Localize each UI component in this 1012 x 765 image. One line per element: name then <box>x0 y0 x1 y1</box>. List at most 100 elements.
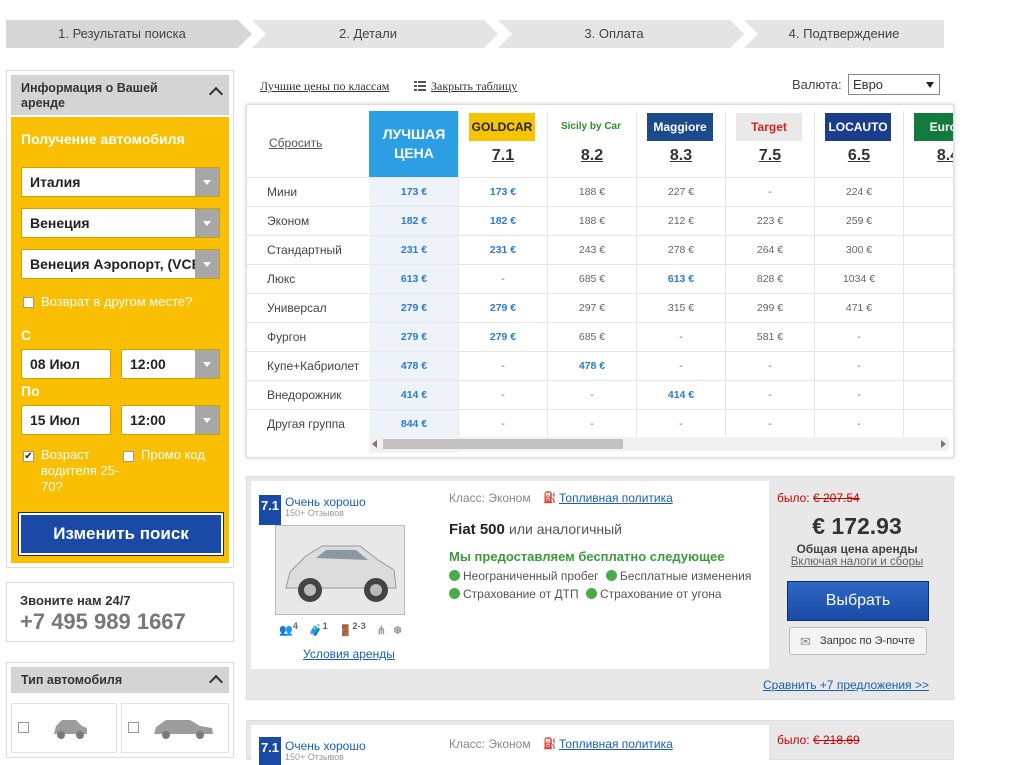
price-cell[interactable]: 299 € <box>726 294 814 323</box>
reset-link[interactable]: Сбросить <box>269 136 322 150</box>
price-cell[interactable]: 297 € <box>548 294 636 323</box>
price-cell[interactable]: 581 € <box>726 323 814 352</box>
price-cell: - <box>501 360 505 372</box>
price-cell[interactable]: 313 <box>904 207 953 236</box>
car-class-label: Люкс <box>267 272 296 286</box>
best-price-cell[interactable]: 182 € <box>369 207 459 236</box>
rental-info-header[interactable]: Информация о Вашей аренде <box>11 75 229 115</box>
email-request-button[interactable]: ✉ Запрос по Э-почте <box>789 627 927 655</box>
scrollbar-thumb[interactable] <box>383 439 623 449</box>
horizontal-scrollbar[interactable] <box>369 437 949 451</box>
city-select[interactable]: Венеция <box>21 208 220 238</box>
change-search-button[interactable]: Изменить поиск <box>19 513 223 555</box>
car-class-label: Другая группа <box>267 417 345 431</box>
price-cell[interactable]: 478 € <box>548 352 636 381</box>
price-cell[interactable]: 414 € <box>637 381 725 410</box>
best-price-cell[interactable]: 478 € <box>369 352 459 381</box>
best-prices-link[interactable]: Лучшие цены по классам <box>260 79 389 94</box>
price-cell[interactable]: 300 € <box>815 236 903 265</box>
scroll-left-icon[interactable] <box>372 440 377 448</box>
supplier-score[interactable]: 7.1 <box>459 147 547 165</box>
price-cell[interactable]: 279 € <box>459 294 547 323</box>
price-cell[interactable]: 259 € <box>815 207 903 236</box>
chevron-up-icon[interactable] <box>208 674 224 690</box>
best-price-cell[interactable]: 173 € <box>369 178 459 207</box>
step-results[interactable]: 1. Результаты поиска <box>6 20 252 48</box>
car-image-icon <box>285 545 397 602</box>
price-cell[interactable]: 188 € <box>548 178 636 207</box>
fuel-policy-link[interactable]: Топливная политика <box>559 491 673 505</box>
compare-offers-link[interactable]: Сравнить +7 предложения >> <box>763 678 929 692</box>
price-cell[interactable]: 307 <box>904 178 953 207</box>
supplier-logo[interactable]: LOCAUTO <box>825 113 891 141</box>
best-price-cell[interactable]: 279 € <box>369 294 459 323</box>
rating-label[interactable]: Очень хорошо <box>285 739 366 753</box>
price-cell[interactable]: 757 <box>904 294 953 323</box>
car-type-option-mini[interactable] <box>11 703 117 753</box>
currency-select[interactable]: Евро <box>848 74 940 95</box>
return-other-checkbox[interactable] <box>23 297 34 308</box>
chevron-up-icon[interactable] <box>208 86 224 102</box>
price-cell[interactable]: 182 € <box>459 207 547 236</box>
best-price-cell[interactable]: 414 € <box>369 381 459 410</box>
supplier-score[interactable]: 8.4 <box>904 147 953 165</box>
price-cell[interactable]: 173 € <box>459 178 547 207</box>
supplier-score[interactable]: 8.2 <box>548 147 636 165</box>
supplier-score[interactable]: 8.3 <box>637 147 725 165</box>
supplier-logo[interactable]: Europ <box>914 113 953 141</box>
driver-age-checkbox[interactable]: ✔ <box>23 451 34 462</box>
fuel-policy-link[interactable]: Топливная политика <box>559 737 673 751</box>
price-cell[interactable]: 1034 € <box>815 265 903 294</box>
price-cell[interactable]: 278 € <box>637 236 725 265</box>
best-price-cell[interactable]: 231 € <box>369 236 459 265</box>
car-type-checkbox[interactable] <box>128 722 139 733</box>
price-cell[interactable]: 279 € <box>459 323 547 352</box>
price-cell[interactable]: 224 € <box>815 178 903 207</box>
price-cell[interactable]: 264 € <box>726 236 814 265</box>
car-type-option-compact[interactable] <box>121 703 229 753</box>
rental-info-panel: Информация о Вашей аренде Получение авто… <box>6 70 234 568</box>
select-button[interactable]: Выбрать <box>787 581 929 621</box>
from-date-input[interactable]: 08 Июл <box>21 349 111 379</box>
supplier-logo[interactable]: Maggiore <box>647 113 713 141</box>
location-select[interactable]: Венеция Аэропорт, (VCE) <box>21 249 220 279</box>
rating-label[interactable]: Очень хорошо <box>285 495 366 509</box>
price-cell[interactable]: 223 € <box>726 207 814 236</box>
step-details: 2. Детали <box>252 20 498 48</box>
best-price-cell[interactable]: 613 € <box>369 265 459 294</box>
best-price-cell[interactable]: 844 € <box>369 410 459 439</box>
price-cell[interactable]: 613 € <box>637 265 725 294</box>
price-cell[interactable]: 315 € <box>637 294 725 323</box>
price-cell[interactable]: 471 € <box>815 294 903 323</box>
price-cell[interactable]: 685 € <box>548 265 636 294</box>
price-cell[interactable]: 429 <box>904 236 953 265</box>
scroll-right-icon[interactable] <box>941 440 946 448</box>
to-time-select[interactable]: 12:00 <box>121 405 220 435</box>
price-cell[interactable]: 388 <box>904 323 953 352</box>
country-select[interactable]: Италия <box>21 167 220 197</box>
supplier-logo[interactable]: Target <box>736 113 802 141</box>
price-cell[interactable]: 188 € <box>548 207 636 236</box>
supplier-logo[interactable]: GOLDCAR <box>469 113 535 141</box>
supplier-score[interactable]: 6.5 <box>815 147 903 165</box>
best-price-cell[interactable]: 279 € <box>369 323 459 352</box>
supplier-logo[interactable]: Sicily by Car <box>558 113 624 141</box>
price-cell[interactable]: 243 € <box>548 236 636 265</box>
price-cell[interactable]: 696 <box>904 381 953 410</box>
car-type-header[interactable]: Тип автомобиля <box>11 667 229 693</box>
price-cell[interactable]: 231 € <box>459 236 547 265</box>
taxes-link[interactable]: Включая налоги и сборы <box>777 556 937 568</box>
price-cell[interactable]: 1044 <box>904 265 953 294</box>
price-cell[interactable]: 227 € <box>637 178 725 207</box>
close-table-link[interactable]: Закрыть таблицу <box>431 79 517 94</box>
rental-terms-link[interactable]: Условия аренды <box>303 647 395 661</box>
price-cell[interactable]: 828 € <box>726 265 814 294</box>
from-time-select[interactable]: 12:00 <box>121 349 220 379</box>
car-type-checkbox[interactable] <box>18 722 29 733</box>
search-form: Получение автомобиля Италия Венеция Вене… <box>11 117 229 563</box>
promo-checkbox[interactable] <box>123 451 134 462</box>
supplier-score[interactable]: 7.5 <box>726 147 814 165</box>
to-date-input[interactable]: 15 Июл <box>21 405 111 435</box>
price-cell[interactable]: 212 € <box>637 207 725 236</box>
price-cell[interactable]: 685 € <box>548 323 636 352</box>
